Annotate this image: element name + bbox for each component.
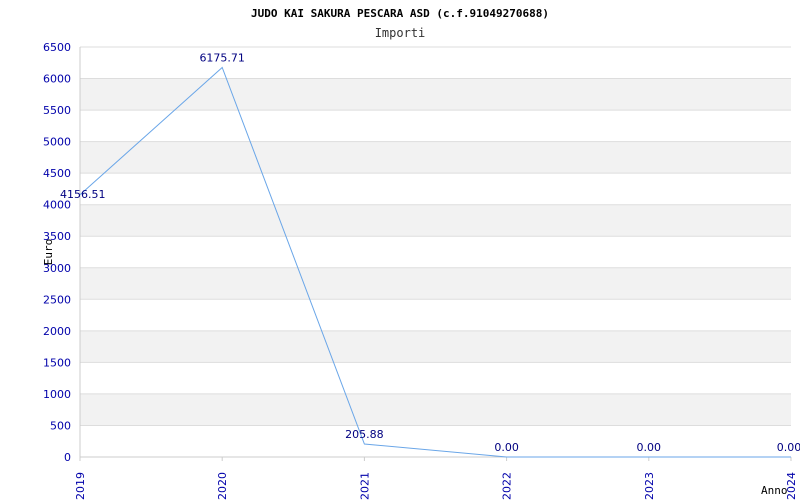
- data-label: 205.88: [345, 428, 384, 441]
- y-tick-label: 500: [50, 419, 71, 432]
- grid-bands: [80, 78, 791, 426]
- grid-band: [80, 330, 791, 363]
- x-axis-label: Anno: [761, 484, 788, 497]
- y-tick-label: 4500: [43, 167, 71, 180]
- grid-band: [80, 204, 791, 237]
- y-tick-label: 1500: [43, 356, 71, 369]
- grid-band: [80, 141, 791, 174]
- x-tick-label: 2019: [74, 472, 87, 500]
- y-tick-label: 6000: [43, 73, 71, 86]
- x-tick-label: 2023: [643, 472, 656, 500]
- grid-band: [80, 393, 791, 426]
- chart-title: JUDO KAI SAKURA PESCARA ASD (c.f.9104927…: [251, 7, 549, 20]
- line-chart: 0500100015002000250030003500400045005000…: [42, 7, 800, 500]
- y-axis-label: Euro: [42, 239, 55, 266]
- y-tick-label: 6500: [43, 41, 71, 54]
- y-tick-label: 2500: [43, 293, 71, 306]
- y-tick-label: 1000: [43, 388, 71, 401]
- x-tick-label: 2021: [358, 472, 371, 500]
- data-label: 0.00: [777, 441, 800, 454]
- x-tick-label: 2022: [501, 472, 514, 500]
- x-tick-label: 2020: [216, 472, 229, 500]
- grid-band: [80, 78, 791, 111]
- y-tick-label: 5500: [43, 104, 71, 117]
- y-tick-label: 0: [64, 451, 71, 464]
- data-label: 0.00: [637, 441, 662, 454]
- data-label: 4156.51: [60, 188, 106, 201]
- chart-subtitle: Importi: [375, 26, 426, 40]
- data-label: 0.00: [494, 441, 519, 454]
- y-tick-label: 5000: [43, 136, 71, 149]
- x-tick-labels: 2019 2020 2021 2022 2023 2024: [74, 457, 798, 500]
- grid-band: [80, 267, 791, 300]
- y-tick-label: 2000: [43, 325, 71, 338]
- data-label: 6175.71: [199, 51, 245, 64]
